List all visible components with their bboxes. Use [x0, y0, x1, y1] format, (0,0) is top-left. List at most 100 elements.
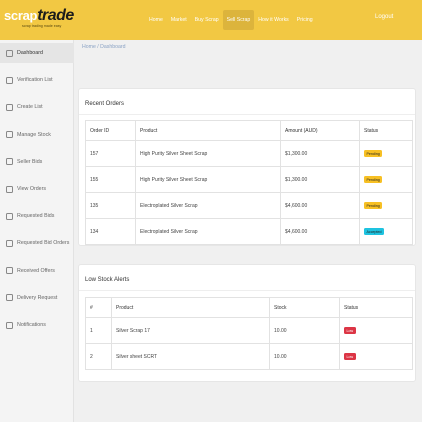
column-header-stock: Stock	[269, 297, 340, 318]
sidebar-item-label: View Orders	[17, 186, 47, 192]
top-navbar: scrap trade scrap trading made easy Home…	[0, 0, 422, 40]
status-badge: Pending	[364, 202, 383, 209]
sidebar-item-seller-bids[interactable]: Seller Bids	[0, 152, 74, 172]
sidebar-item-manage-stock[interactable]: Manage Stock	[0, 125, 74, 145]
sidebar-item-label: Verification List	[17, 77, 53, 84]
sidebar-item-verification-list[interactable]: Verification List	[0, 70, 74, 90]
cell-stock: 10.00	[269, 317, 340, 344]
cell-product: Silver sheet SCRT	[111, 343, 270, 370]
column-header-number: #	[85, 297, 112, 318]
cell-amount: $4,600.00	[280, 218, 360, 245]
card-title: Recent Orders	[85, 101, 125, 107]
table-header-row: # Product Stock Status	[85, 297, 413, 318]
nav-pricing[interactable]: Pricing	[293, 10, 317, 30]
breadcrumb[interactable]: Home / Dashboard	[82, 44, 126, 50]
sidebar-item-label: Manage Stock	[17, 131, 51, 138]
status-badge: Accepted	[364, 228, 384, 235]
view-orders-icon	[6, 185, 13, 193]
seller-bids-icon	[6, 158, 13, 166]
sidebar-item-requested-bid-orders[interactable]: Requested Bid Orders	[0, 233, 74, 253]
cell-id: 155	[85, 166, 136, 193]
nav-sell-scrap[interactable]: Sell Scrap	[222, 10, 255, 30]
cell-stock: 10.00	[269, 343, 340, 370]
column-header-amount-aud: Amount (AUD)	[280, 120, 360, 141]
cell-product: High Purity Silver Sheet Scrap	[135, 166, 281, 193]
received-offers-icon	[6, 267, 13, 275]
sidebar-item-notifications[interactable]: Notifications	[0, 315, 74, 335]
create-list-icon	[6, 103, 13, 111]
table-row[interactable]: 135 Electroplated Silver Scrap $4,600.00 Pe…	[85, 192, 413, 219]
cell-product: High Purity Silver Sheet Scrap	[135, 140, 281, 167]
nav-how-it-works[interactable]: How it Works	[254, 10, 292, 30]
logo-scrap-text: scrap	[4, 8, 38, 23]
nav-buy-scrap[interactable]: Buy Scrap	[191, 10, 223, 30]
status-badge: Low	[344, 327, 356, 334]
cell-product: Electroplated Silver Scrap	[135, 218, 281, 245]
status-badge: Low	[344, 353, 356, 360]
nav-market[interactable]: Market	[167, 10, 191, 30]
sidebar: Dashboard Verification List Create List Man…	[0, 40, 74, 422]
card-title: Low Stock Alerts	[85, 277, 130, 283]
sidebar-item-view-orders[interactable]: View Orders	[0, 179, 74, 199]
sidebar-item-delivery-request[interactable]: Delivery Request	[0, 288, 74, 308]
low-stock-card: Low Stock Alerts # Product Stock Status 1 Si…	[78, 264, 416, 382]
cell-status: Low	[339, 343, 413, 370]
nav-home[interactable]: Home	[145, 10, 167, 30]
cell-amount: $1,300.00	[280, 140, 360, 167]
recent-orders-table: Order ID Product Amount (AUD) Status 157 Hig…	[85, 120, 413, 245]
sidebar-item-create-list[interactable]: Create List	[0, 97, 74, 117]
sidebar-item-dashboard[interactable]: Dashboard	[0, 43, 74, 63]
cell-id: 157	[85, 140, 136, 167]
cell-status: Pending	[359, 166, 413, 193]
cell-status: Accepted	[359, 218, 413, 245]
sidebar-item-label: Received Offers	[17, 267, 55, 274]
cell-num: 2	[85, 343, 112, 370]
sidebar-item-label: Notifications	[17, 322, 46, 328]
cell-amount: $1,300.00	[280, 166, 360, 193]
table-row[interactable]: 134 Electroplated Silver Scrap $4,600.00 Ac…	[85, 218, 413, 245]
logo-trade-text: trade	[37, 7, 74, 24]
column-header-product: Product	[135, 120, 281, 141]
column-header-status: Status	[359, 120, 413, 141]
sidebar-item-label: Delivery Request	[17, 294, 58, 301]
card-divider	[79, 290, 415, 291]
sidebar-item-label: Seller Bids	[17, 158, 43, 165]
logo-tagline: scrap trading made easy	[22, 24, 62, 28]
table-row[interactable]: 155 High Purity Silver Sheet Scrap $1,300.…	[85, 166, 413, 193]
cell-num: 1	[85, 317, 112, 344]
sidebar-item-label: Requested Bids	[17, 213, 55, 220]
logout-link[interactable]: Logout	[375, 14, 393, 20]
brand-logo[interactable]: scrap trade	[4, 7, 74, 25]
recent-orders-card: Recent Orders Order ID Product Amount (AUD…	[78, 88, 416, 246]
cell-status: Low	[339, 317, 413, 344]
main-nav: Home Market Buy Scrap Sell Scrap How it Work…	[145, 10, 317, 30]
requested-bid-orders-icon	[6, 239, 13, 247]
table-row[interactable]: 157 High Purity Silver Sheet Scrap $1,300.…	[85, 140, 413, 167]
cell-id: 135	[85, 192, 136, 219]
manage-stock-icon	[6, 131, 13, 139]
delivery-request-icon	[6, 294, 13, 302]
column-header-status: Status	[339, 297, 413, 318]
cell-product: Silver Scrap 17	[111, 317, 270, 344]
cell-product: Electroplated Silver Scrap	[135, 192, 281, 219]
status-badge: Pending	[364, 176, 383, 183]
sidebar-item-requested-bids[interactable]: Requested Bids	[0, 206, 74, 226]
cell-id: 134	[85, 218, 136, 245]
sidebar-item-label: Requested Bid Orders	[17, 240, 70, 247]
cell-status: Pending	[359, 192, 413, 219]
sidebar-item-received-offers[interactable]: Received Offers	[0, 261, 74, 281]
cell-amount: $4,600.00	[280, 192, 360, 219]
column-header-product: Product	[111, 297, 270, 318]
requested-bids-icon	[6, 212, 13, 220]
table-row[interactable]: 2 Silver sheet SCRT 10.00 Low	[85, 343, 413, 370]
verification-list-icon	[6, 76, 13, 84]
low-stock-table: # Product Stock Status 1 Silver Scrap 17 10.0…	[85, 297, 413, 370]
sidebar-item-label: Create List	[17, 104, 43, 111]
cell-status: Pending	[359, 140, 413, 167]
status-badge: Pending	[364, 150, 383, 157]
dashboard-icon	[6, 49, 13, 57]
notifications-icon	[6, 321, 13, 329]
card-divider	[79, 114, 415, 115]
table-row[interactable]: 1 Silver Scrap 17 10.00 Low	[85, 317, 413, 344]
sidebar-item-label: Dashboard	[17, 50, 43, 56]
